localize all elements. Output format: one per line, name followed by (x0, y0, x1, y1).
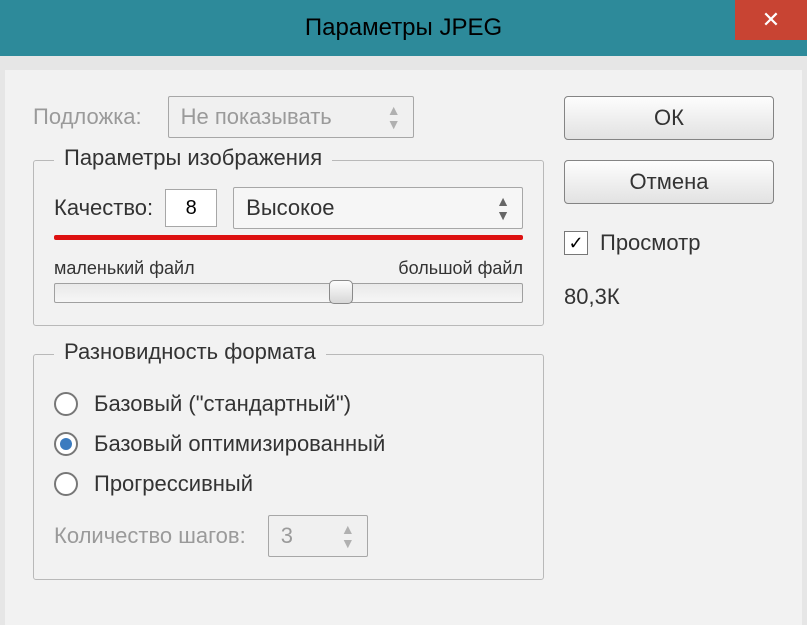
slider-thumb[interactable] (329, 280, 353, 304)
image-options-title: Параметры изображения (54, 145, 332, 171)
slider-max-label: большой файл (398, 258, 523, 279)
preview-label: Просмотр (600, 230, 700, 256)
radio-icon (54, 472, 78, 496)
quality-slider[interactable] (54, 283, 523, 303)
radio-optimized[interactable]: Базовый оптимизированный (54, 431, 523, 457)
close-icon: ✕ (762, 7, 780, 33)
jpeg-options-dialog: Параметры JPEG ✕ Подложка: Не показывать… (0, 0, 807, 625)
ok-button[interactable]: ОК (564, 96, 774, 140)
title-bar: Параметры JPEG ✕ (0, 0, 807, 56)
quality-preset-select[interactable]: Высокое ▲▼ (233, 187, 523, 229)
quality-preset-value: Высокое (246, 195, 334, 221)
radio-icon (54, 432, 78, 456)
chevron-updown-icon: ▲▼ (341, 522, 355, 550)
dialog-body: Подложка: Не показывать ▲▼ Параметры изо… (5, 70, 802, 625)
matte-label: Подложка: (33, 104, 142, 130)
preview-checkbox[interactable]: ✓ Просмотр (564, 230, 774, 256)
image-options-group: Параметры изображения Качество: Высокое … (33, 160, 544, 326)
format-options-group: Разновидность формата Базовый ("стандарт… (33, 354, 544, 580)
highlight-underline (54, 235, 523, 240)
radio-label: Прогрессивный (94, 471, 253, 497)
slider-min-label: маленький файл (54, 258, 195, 279)
quality-input[interactable] (165, 189, 217, 227)
quality-label: Качество: (54, 195, 153, 221)
checkbox-icon: ✓ (564, 231, 588, 255)
radio-baseline[interactable]: Базовый ("стандартный") (54, 391, 523, 417)
radio-icon (54, 392, 78, 416)
file-size-readout: 80,3К (564, 284, 774, 310)
chevron-updown-icon: ▲▼ (387, 103, 401, 131)
steps-label: Количество шагов: (54, 523, 246, 549)
close-button[interactable]: ✕ (735, 0, 807, 40)
cancel-button[interactable]: Отмена (564, 160, 774, 204)
steps-select: 3 ▲▼ (268, 515, 368, 557)
format-options-title: Разновидность формата (54, 339, 326, 365)
matte-value: Не показывать (181, 104, 332, 130)
radio-progressive[interactable]: Прогрессивный (54, 471, 523, 497)
window-title: Параметры JPEG (305, 14, 502, 42)
slider-labels: маленький файл большой файл (54, 258, 523, 279)
radio-label: Базовый оптимизированный (94, 431, 385, 457)
chevron-updown-icon: ▲▼ (496, 194, 510, 222)
steps-value: 3 (281, 523, 293, 549)
radio-label: Базовый ("стандартный") (94, 391, 351, 417)
matte-select: Не показывать ▲▼ (168, 96, 414, 138)
